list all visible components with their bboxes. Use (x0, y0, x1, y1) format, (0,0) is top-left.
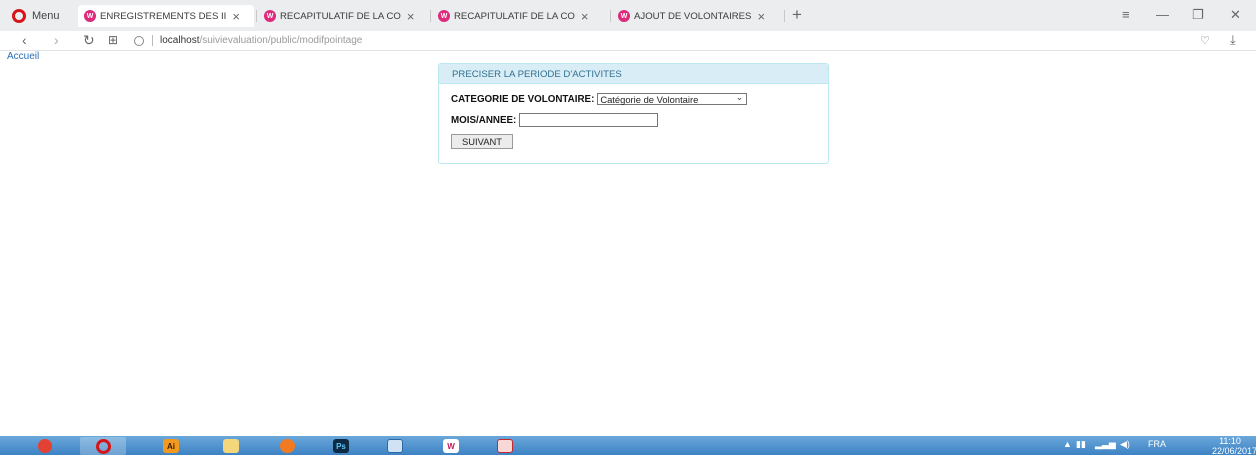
minimize-icon[interactable]: — (1156, 8, 1169, 22)
tab-title: AJOUT DE VOLONTAIRES (634, 10, 752, 22)
file-explorer-icon (223, 439, 239, 453)
opera-icon (95, 438, 111, 454)
url-divider (152, 35, 153, 46)
taskbar-opera[interactable] (80, 437, 126, 455)
network-icon[interactable]: ▮▮ (1076, 439, 1086, 449)
wamp-favicon-icon: W (84, 10, 96, 22)
month-row: MOIS/ANNEE: (451, 113, 659, 127)
firefox-icon (279, 439, 295, 453)
next-button[interactable]: SUIVANT (451, 134, 513, 149)
opera-menu-button[interactable]: Menu (12, 7, 60, 25)
taskbar-xmind[interactable] (482, 437, 528, 455)
tab-ajout-volontaires[interactable]: W AJOUT DE VOLONTAIRES × (612, 5, 782, 27)
forward-icon[interactable]: › (54, 33, 59, 48)
taskbar-chrome[interactable] (22, 437, 68, 455)
taskbar-wamp[interactable]: W (428, 437, 474, 455)
clock-date: 22/06/2017 (1212, 446, 1256, 455)
illustrator-icon: Ai (163, 439, 179, 453)
month-label: MOIS/ANNEE: (451, 114, 517, 126)
tab-title: ENREGISTREMENTS DES II (100, 10, 227, 22)
wamp-icon: W (443, 439, 459, 453)
close-window-icon[interactable]: ✕ (1230, 8, 1241, 22)
chrome-icon (38, 439, 52, 453)
home-link[interactable]: Accueil (7, 51, 39, 62)
category-row: CATEGORIE DE VOLONTAIRE: Catégorie de Vo… (451, 92, 748, 105)
tab-divider (256, 10, 257, 22)
signal-icon[interactable]: ▂▃▅ (1095, 439, 1116, 449)
close-tab-icon[interactable]: × (407, 9, 415, 24)
tab-divider (784, 10, 785, 22)
show-hidden-icons-icon[interactable]: ▲ (1063, 439, 1072, 449)
activity-period-panel: PRECISER LA PERIODE D'ACTIVITES CATEGORI… (438, 63, 829, 164)
new-tab-button[interactable]: + (792, 5, 802, 25)
reload-icon[interactable]: ↻ (83, 33, 95, 48)
browser-tab-strip: Menu W ENREGISTREMENTS DES II × W RECAPI… (0, 0, 1256, 31)
category-select[interactable]: Catégorie de Volontaire ⌄ (597, 92, 748, 105)
panel-title: PRECISER LA PERIODE D'ACTIVITES (439, 64, 828, 84)
notepad-icon (387, 439, 403, 453)
download-icon[interactable]: ⤓ (1230, 32, 1236, 48)
bookmark-heart-icon[interactable]: ♡ (1200, 34, 1210, 47)
taskbar-explorer[interactable] (208, 437, 254, 455)
tab-menu-icon[interactable]: ≡ (1122, 8, 1130, 22)
site-info-icon[interactable] (134, 35, 144, 46)
close-tab-icon[interactable]: × (757, 9, 765, 24)
menu-label: Menu (32, 10, 60, 22)
taskbar-notepad[interactable] (372, 437, 418, 455)
tab-divider (610, 10, 611, 22)
category-label: CATEGORIE DE VOLONTAIRE: (451, 93, 595, 105)
address-bar-row: ‹ › ↻ ⊞ localhost /suivievaluation/publi… (0, 31, 1256, 51)
xmind-icon (497, 439, 513, 453)
tab-recapitulatif-1[interactable]: W RECAPITULATIF DE LA CO × (258, 5, 428, 27)
taskbar-illustrator[interactable]: Ai (148, 437, 194, 455)
tab-title: RECAPITULATIF DE LA CO (280, 10, 401, 22)
windows-taskbar: Ai Ps W ▲ ▮▮ ▂▃▅ ◀) FRA 11:10 22/06/2017 (0, 436, 1256, 455)
system-clock[interactable]: 11:10 22/06/2017 (1212, 436, 1256, 455)
opera-logo-icon (12, 9, 26, 23)
url-path: /suivievaluation/public/modifpointage (199, 35, 363, 46)
close-tab-icon[interactable]: × (581, 9, 589, 24)
url-host: localhost (160, 35, 200, 46)
url-field[interactable]: localhost /suivievaluation/public/modifp… (134, 32, 362, 49)
tab-enregistrements[interactable]: W ENREGISTREMENTS DES II × (78, 5, 254, 27)
wamp-favicon-icon: W (264, 10, 276, 22)
tab-title: RECAPITULATIF DE LA CO (454, 10, 575, 22)
tab-divider (430, 10, 431, 22)
language-indicator[interactable]: FRA (1148, 439, 1166, 449)
close-tab-icon[interactable]: × (232, 9, 240, 24)
taskbar-photoshop[interactable]: Ps (318, 437, 364, 455)
tab-recapitulatif-2[interactable]: W RECAPITULATIF DE LA CO × (432, 5, 608, 27)
month-year-input[interactable] (519, 113, 659, 127)
volume-icon[interactable]: ◀) (1120, 439, 1130, 449)
category-selected-value: Catégorie de Volontaire (600, 93, 699, 105)
wamp-favicon-icon: W (618, 10, 630, 22)
speed-dial-icon[interactable]: ⊞ (108, 33, 118, 48)
restore-icon[interactable]: ❐ (1192, 8, 1204, 22)
chevron-down-icon: ⌄ (735, 92, 744, 102)
wamp-favicon-icon: W (438, 10, 450, 22)
back-icon[interactable]: ‹ (22, 33, 27, 48)
photoshop-icon: Ps (333, 439, 349, 453)
clock-time: 11:10 (1219, 436, 1241, 446)
taskbar-firefox[interactable] (264, 437, 310, 455)
